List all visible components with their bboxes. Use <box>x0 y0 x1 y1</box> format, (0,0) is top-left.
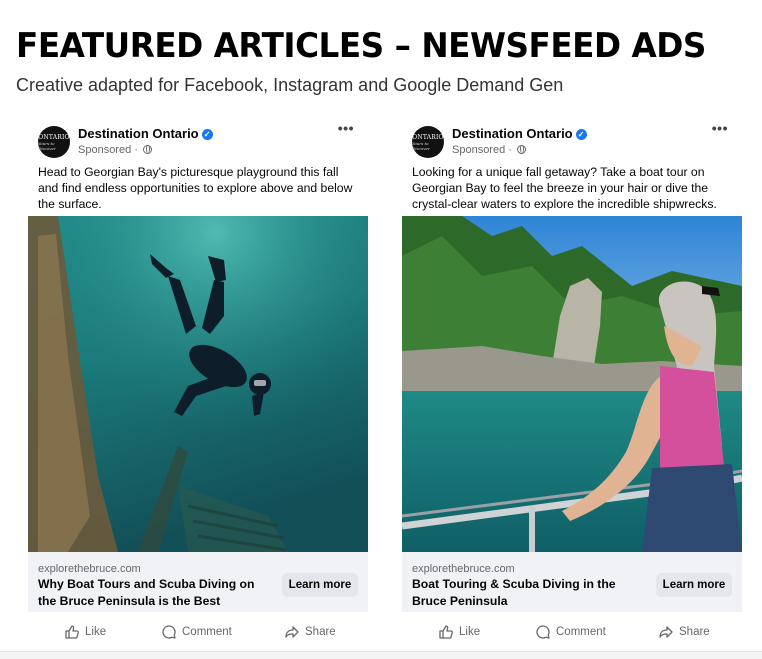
share-label: Share <box>679 626 710 638</box>
page-subtitle: Creative adapted for Facebook, Instagram… <box>16 75 564 95</box>
page-name-link[interactable]: Destination Ontario ✓ <box>452 126 587 141</box>
link-headline[interactable]: Boat Touring & Scuba Diving in the Bruce… <box>412 576 642 610</box>
page-name: Destination Ontario <box>78 126 199 141</box>
page-title: FEATURED ARTICLES – NEWSFEED ADS <box>16 26 706 66</box>
share-label: Share <box>305 626 336 638</box>
avatar-logo-text: ONTARIO <box>412 133 444 141</box>
like-button[interactable]: Like <box>438 624 480 640</box>
comment-label: Comment <box>556 626 606 638</box>
ad-card-boat-tour: ONTARIO Yours to Discover Destination On… <box>402 118 742 656</box>
comment-button[interactable]: Comment <box>161 624 232 640</box>
share-button[interactable]: Share <box>658 624 710 640</box>
comment-label: Comment <box>182 626 232 638</box>
more-options-icon[interactable]: ••• <box>712 120 728 136</box>
comment-bubble-icon <box>536 625 550 639</box>
avatar[interactable]: ONTARIO Yours to Discover <box>412 126 444 158</box>
verified-badge-icon: ✓ <box>201 129 213 140</box>
comment-button[interactable]: Comment <box>535 624 606 640</box>
learn-more-button[interactable]: Learn more <box>282 573 358 597</box>
share-button[interactable]: Share <box>284 624 336 640</box>
post-header: ONTARIO Yours to Discover Destination On… <box>38 120 358 164</box>
link-domain: explorethebruce.com <box>38 563 141 575</box>
verified-badge-icon: ✓ <box>575 129 587 140</box>
link-preview[interactable]: explorethebruce.com Why Boat Tours and S… <box>28 552 368 612</box>
bottom-divider <box>0 651 762 659</box>
sponsored-label: Sponsored · <box>78 144 152 156</box>
comment-bubble-icon <box>162 625 176 639</box>
like-label: Like <box>459 626 481 638</box>
globe-icon <box>517 145 526 154</box>
globe-icon <box>143 145 152 154</box>
ad-image-underwater-diver[interactable] <box>28 216 368 552</box>
ad-image-woman-on-boat[interactable] <box>402 216 742 552</box>
ad-primary-text: Head to Georgian Bay's picturesque playg… <box>38 165 353 211</box>
like-label: Like <box>85 626 107 638</box>
share-arrow-icon <box>285 626 299 638</box>
avatar-logo-tagline: Yours to Discover <box>412 140 430 151</box>
post-actions: Like Comment Share <box>402 618 742 646</box>
link-headline[interactable]: Why Boat Tours and Scuba Diving on the B… <box>38 576 268 610</box>
avatar[interactable]: ONTARIO Yours to Discover <box>38 126 70 158</box>
avatar-logo-tagline: Yours to Discover <box>38 140 56 151</box>
share-arrow-icon <box>659 626 673 638</box>
page-name-link[interactable]: Destination Ontario ✓ <box>78 126 213 141</box>
post-header: ONTARIO Yours to Discover Destination On… <box>412 120 732 164</box>
more-options-icon[interactable]: ••• <box>338 120 354 136</box>
avatar-logo-text: ONTARIO <box>38 133 70 141</box>
sponsored-label: Sponsored · <box>452 144 526 156</box>
ad-primary-text: Looking for a unique fall getaway? Take … <box>412 165 717 211</box>
thumbs-up-icon <box>439 625 453 639</box>
link-domain: explorethebruce.com <box>412 563 515 575</box>
thumbs-up-icon <box>65 625 79 639</box>
link-preview[interactable]: explorethebruce.com Boat Touring & Scuba… <box>402 552 742 612</box>
learn-more-button[interactable]: Learn more <box>656 573 732 597</box>
like-button[interactable]: Like <box>64 624 106 640</box>
page-name: Destination Ontario <box>452 126 573 141</box>
post-actions: Like Comment Share <box>28 618 368 646</box>
ad-card-scuba: ONTARIO Yours to Discover Destination On… <box>28 118 368 656</box>
